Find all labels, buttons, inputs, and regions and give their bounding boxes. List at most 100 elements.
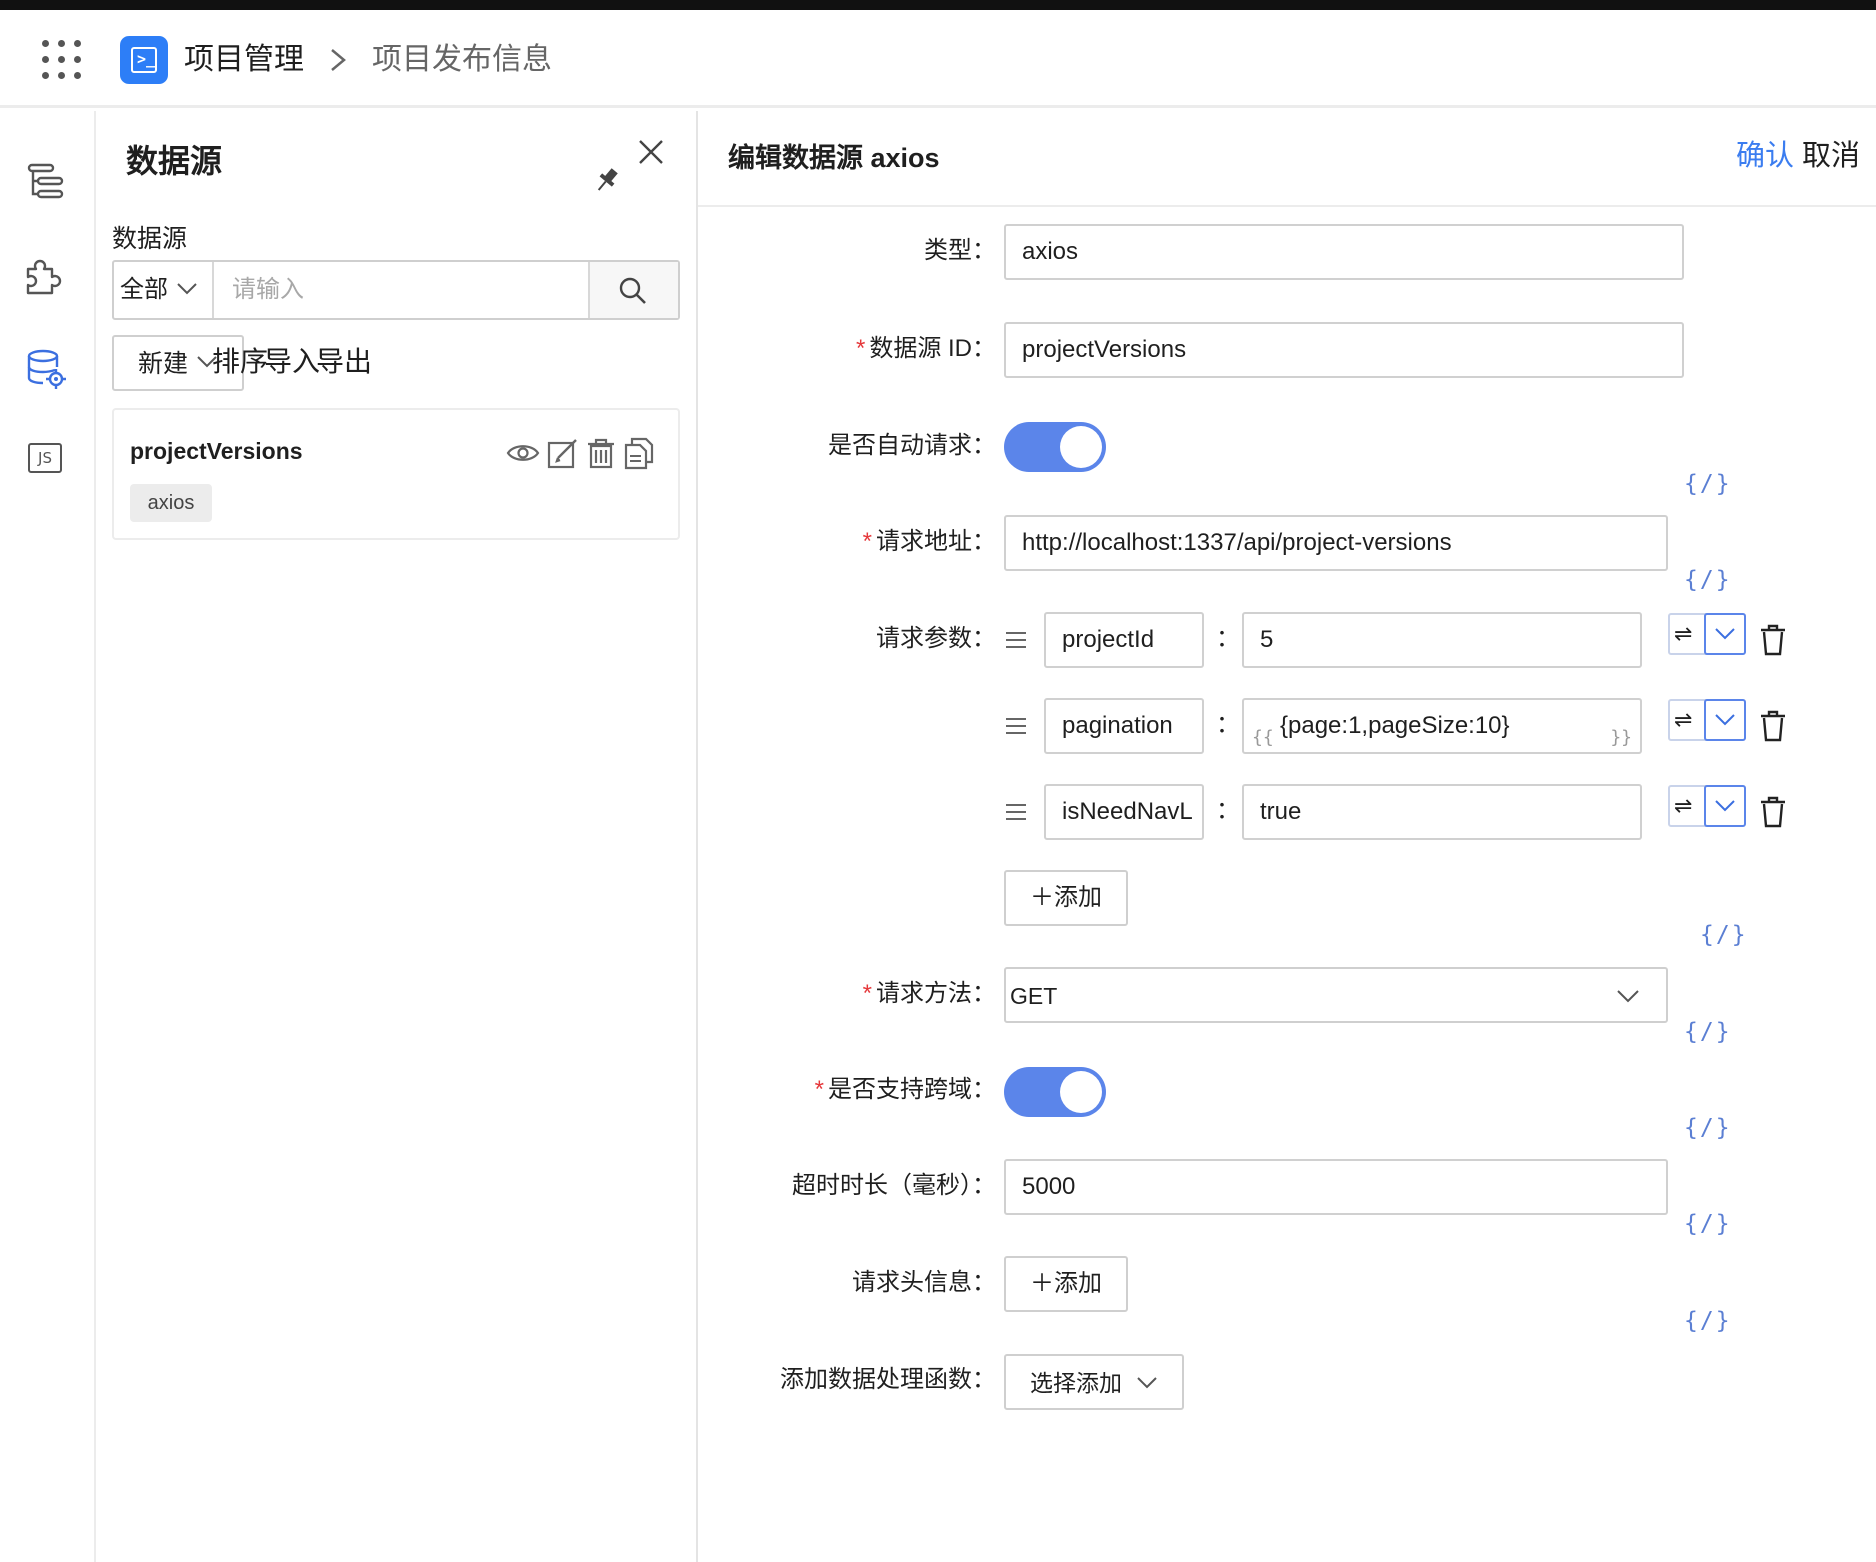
edit-icon[interactable] bbox=[546, 436, 580, 470]
apps-grid-icon[interactable] bbox=[42, 40, 82, 80]
chevron-right-icon bbox=[331, 49, 346, 71]
method-label: * 请求方法： bbox=[862, 980, 996, 1007]
datasource-name: projectVersions bbox=[130, 438, 303, 464]
new-button-label: 新建 bbox=[138, 350, 189, 378]
auto-request-toggle[interactable] bbox=[1004, 422, 1106, 472]
breadcrumb-page[interactable]: 项目发布信息 bbox=[372, 40, 552, 80]
import-button[interactable]: 导入 bbox=[264, 343, 320, 381]
breadcrumb-app[interactable]: 项目管理 bbox=[184, 40, 304, 80]
code-toggle-icon[interactable]: {/} bbox=[1684, 1113, 1732, 1143]
timeout-label: 超时时长（毫秒）： bbox=[792, 1172, 996, 1199]
search-button[interactable] bbox=[588, 262, 678, 318]
sort-button[interactable]: 排序 bbox=[212, 343, 268, 381]
swap-icon: ⇌ bbox=[1674, 793, 1693, 818]
request-url-field[interactable]: http://localhost:1337/api/project-versio… bbox=[1004, 515, 1668, 571]
param-mode-dropdown[interactable] bbox=[1704, 613, 1746, 655]
add-header-button[interactable]: ＋添加 bbox=[1004, 1256, 1128, 1312]
code-toggle-icon[interactable]: {/} bbox=[1684, 565, 1732, 595]
edit-header: 编辑数据源 axios 确认 取消 bbox=[698, 111, 1876, 207]
code-toggle-icon[interactable]: {/} bbox=[1684, 1306, 1732, 1336]
method-select[interactable]: GET bbox=[1004, 967, 1668, 1023]
handler-label: 添加数据处理函数： bbox=[780, 1366, 996, 1393]
code-toggle-icon[interactable]: {/} bbox=[1684, 1017, 1732, 1047]
param-key-input[interactable]: isNeedNavL bbox=[1044, 784, 1204, 840]
component-icon[interactable] bbox=[24, 255, 68, 299]
param-key-input[interactable]: projectId bbox=[1044, 612, 1204, 668]
chevron-down-icon bbox=[1715, 714, 1735, 726]
code-toggle-icon[interactable]: {/} bbox=[1700, 920, 1748, 950]
drag-handle-icon[interactable] bbox=[1004, 628, 1028, 652]
edit-datasource-panel: 编辑数据源 axios 确认 取消 类型： axios * 数据源 ID： pro… bbox=[698, 111, 1876, 1562]
chevron-down-icon bbox=[1715, 800, 1735, 812]
drag-handle-icon[interactable] bbox=[1004, 800, 1028, 824]
handler-select[interactable]: 选择添加 bbox=[1004, 1354, 1184, 1410]
type-filter-select[interactable]: 全部 bbox=[114, 262, 214, 318]
code-toggle-icon[interactable]: {/} bbox=[1684, 1209, 1732, 1239]
handler-select-value: 选择添加 bbox=[1030, 1370, 1122, 1396]
param-value-input[interactable]: 5 bbox=[1242, 612, 1642, 668]
datasource-type-tag: axios bbox=[130, 484, 212, 522]
param-value-input[interactable]: true bbox=[1242, 784, 1642, 840]
delete-icon[interactable] bbox=[584, 436, 618, 470]
copy-icon[interactable] bbox=[622, 436, 656, 470]
code-toggle-icon[interactable]: {/} bbox=[1684, 469, 1732, 499]
pin-icon[interactable] bbox=[592, 165, 622, 195]
confirm-button[interactable]: 确认 bbox=[1736, 136, 1794, 176]
chevron-down-icon bbox=[1617, 990, 1639, 1003]
chevron-down-icon bbox=[1137, 1377, 1157, 1389]
param-key-input[interactable]: pagination bbox=[1044, 698, 1204, 754]
trash-icon[interactable] bbox=[1758, 795, 1788, 829]
export-button[interactable]: 导出 bbox=[316, 343, 372, 381]
param-mode-dropdown[interactable] bbox=[1704, 785, 1746, 827]
chevron-down-icon bbox=[177, 283, 197, 295]
add-param-button[interactable]: ＋添加 bbox=[1004, 870, 1128, 926]
swap-icon: ⇌ bbox=[1674, 707, 1693, 732]
search-input[interactable] bbox=[214, 262, 592, 318]
param-expression-input[interactable]: {{ {page:1,pageSize:10} }} bbox=[1242, 698, 1642, 754]
trash-icon[interactable] bbox=[1758, 709, 1788, 743]
search-icon bbox=[619, 277, 646, 304]
type-filter-value: 全部 bbox=[120, 276, 168, 303]
headers-label: 请求头信息： bbox=[852, 1269, 996, 1296]
type-field[interactable]: axios bbox=[1004, 224, 1684, 280]
expression-close: }} bbox=[1610, 727, 1632, 748]
edit-title: 编辑数据源 axios bbox=[728, 143, 940, 173]
expression-open: {{ bbox=[1252, 727, 1274, 748]
trash-icon[interactable] bbox=[1758, 623, 1788, 657]
param-mode-dropdown[interactable] bbox=[1704, 699, 1746, 741]
param-value-text: {page:1,pageSize:10} bbox=[1280, 712, 1510, 739]
type-label: 类型： bbox=[924, 237, 996, 264]
params-label: 请求参数： bbox=[876, 625, 996, 652]
param-mode-switch[interactable]: ⇌ bbox=[1668, 613, 1746, 655]
filter-label: 数据源 bbox=[112, 225, 188, 253]
swap-icon: ⇌ bbox=[1674, 621, 1693, 646]
panel-title: 数据源 bbox=[126, 143, 223, 179]
search-group: 全部 bbox=[112, 260, 680, 320]
drag-handle-icon[interactable] bbox=[1004, 714, 1028, 738]
outline-icon[interactable] bbox=[24, 159, 68, 203]
eye-icon[interactable] bbox=[506, 436, 540, 470]
cancel-button[interactable]: 取消 bbox=[1802, 136, 1860, 176]
method-value: GET bbox=[1010, 983, 1058, 1009]
timeout-field[interactable]: 5000 bbox=[1004, 1159, 1668, 1215]
id-label: * 数据源 ID： bbox=[855, 335, 996, 362]
window-top-edge bbox=[0, 0, 1876, 10]
js-icon-label: JS bbox=[28, 443, 62, 473]
datasource-card[interactable]: projectVersions axios bbox=[112, 408, 680, 540]
cors-label: * 是否支持跨域： bbox=[814, 1076, 996, 1103]
param-colon: ： bbox=[1216, 711, 1240, 738]
top-header: >_ 项目管理 项目发布信息 bbox=[0, 10, 1876, 108]
cors-toggle[interactable] bbox=[1004, 1067, 1106, 1117]
auto-request-label: 是否自动请求： bbox=[828, 432, 996, 459]
datasource-id-field[interactable]: projectVersions bbox=[1004, 322, 1684, 378]
side-rail: JS bbox=[0, 111, 96, 1562]
param-mode-switch[interactable]: ⇌ bbox=[1668, 785, 1746, 827]
close-icon[interactable] bbox=[636, 137, 666, 167]
param-colon: ： bbox=[1216, 797, 1240, 824]
datasource-icon[interactable] bbox=[24, 347, 68, 391]
chevron-down-icon bbox=[1715, 628, 1735, 640]
app-logo-icon: >_ bbox=[120, 36, 168, 84]
param-mode-switch[interactable]: ⇌ bbox=[1668, 699, 1746, 741]
param-colon: ： bbox=[1216, 625, 1240, 652]
js-icon[interactable]: JS bbox=[24, 437, 68, 481]
